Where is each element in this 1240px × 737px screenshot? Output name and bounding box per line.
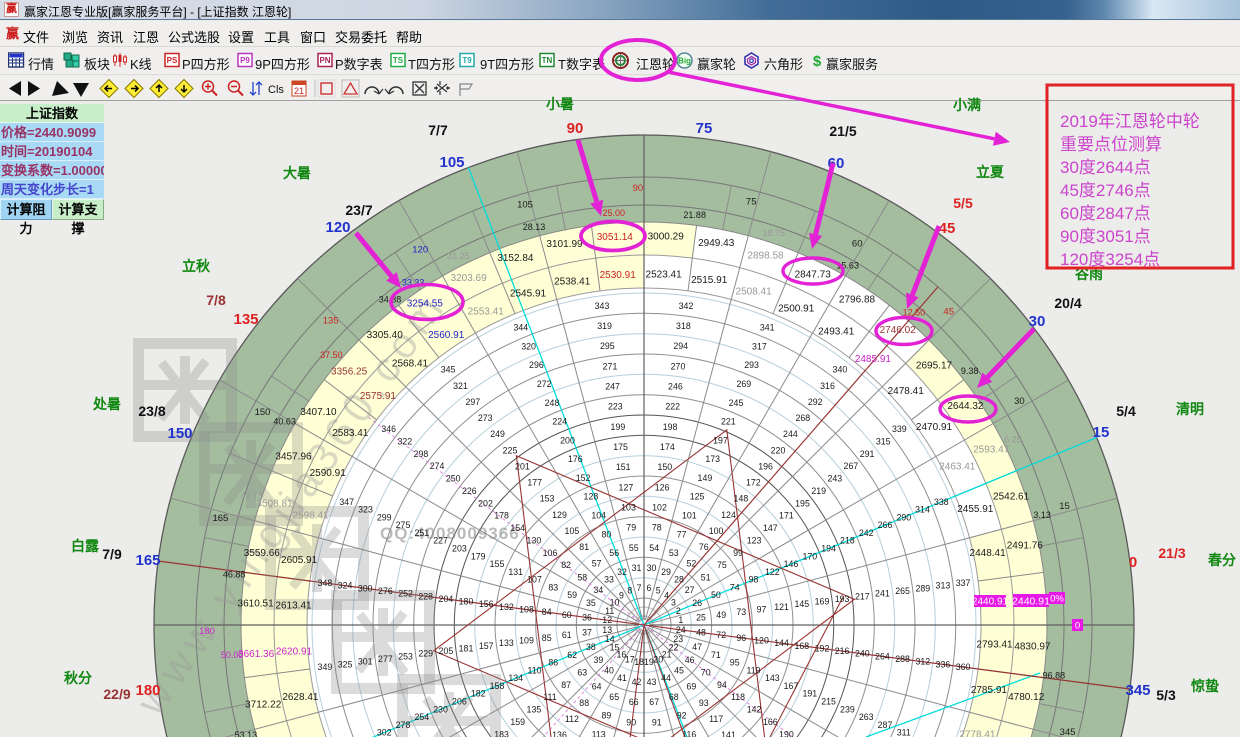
svg-text:PS: PS [167,56,178,65]
svg-text:PN: PN [319,56,330,65]
svg-text:$: $ [813,53,822,69]
svg-text:Big: Big [678,57,691,66]
svg-text:T9: T9 [462,56,472,65]
svg-text:P9: P9 [240,56,250,65]
svg-text:TN: TN [542,56,553,65]
svg-text:TS: TS [393,56,404,65]
svg-text:21: 21 [294,86,304,96]
svg-text:Cls: Cls [268,84,284,96]
